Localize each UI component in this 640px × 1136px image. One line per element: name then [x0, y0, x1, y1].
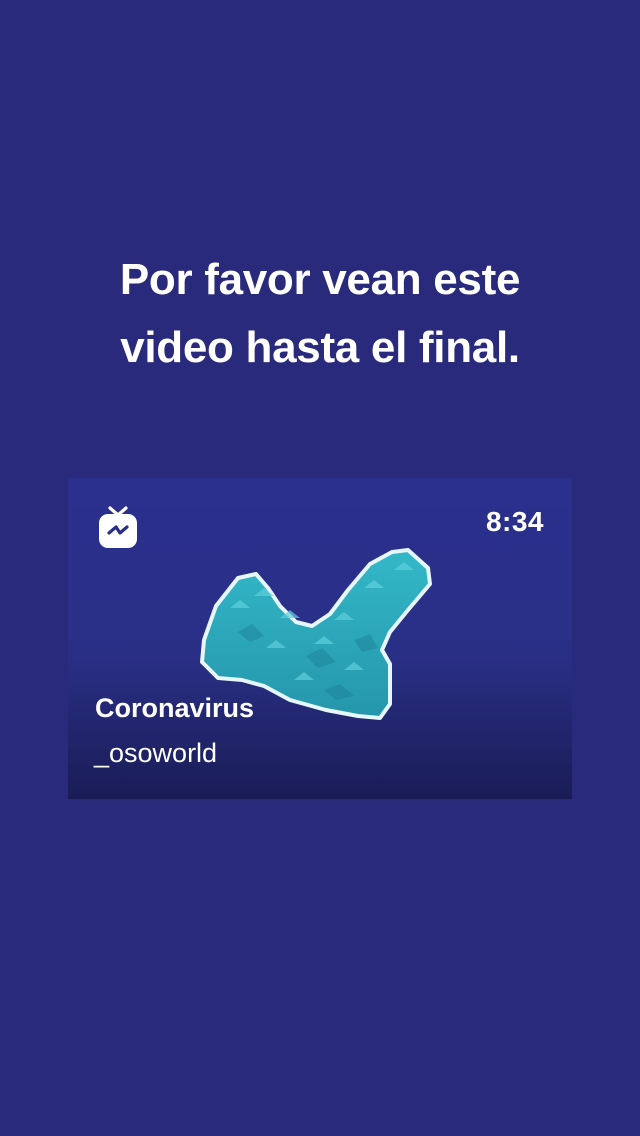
headline-line-2: video hasta el final.: [120, 323, 520, 372]
video-title[interactable]: Coronavirus: [95, 693, 254, 724]
video-duration: 8:34: [485, 506, 544, 537]
headline: Por favor vean este video hasta el final…: [0, 246, 640, 382]
video-author[interactable]: _osoworld: [94, 738, 217, 769]
video-card[interactable]: 8:34 Coronavirus _osoworld: [68, 478, 572, 799]
igtv-icon: [99, 506, 137, 548]
headline-line-1: Por favor vean este: [119, 255, 521, 304]
